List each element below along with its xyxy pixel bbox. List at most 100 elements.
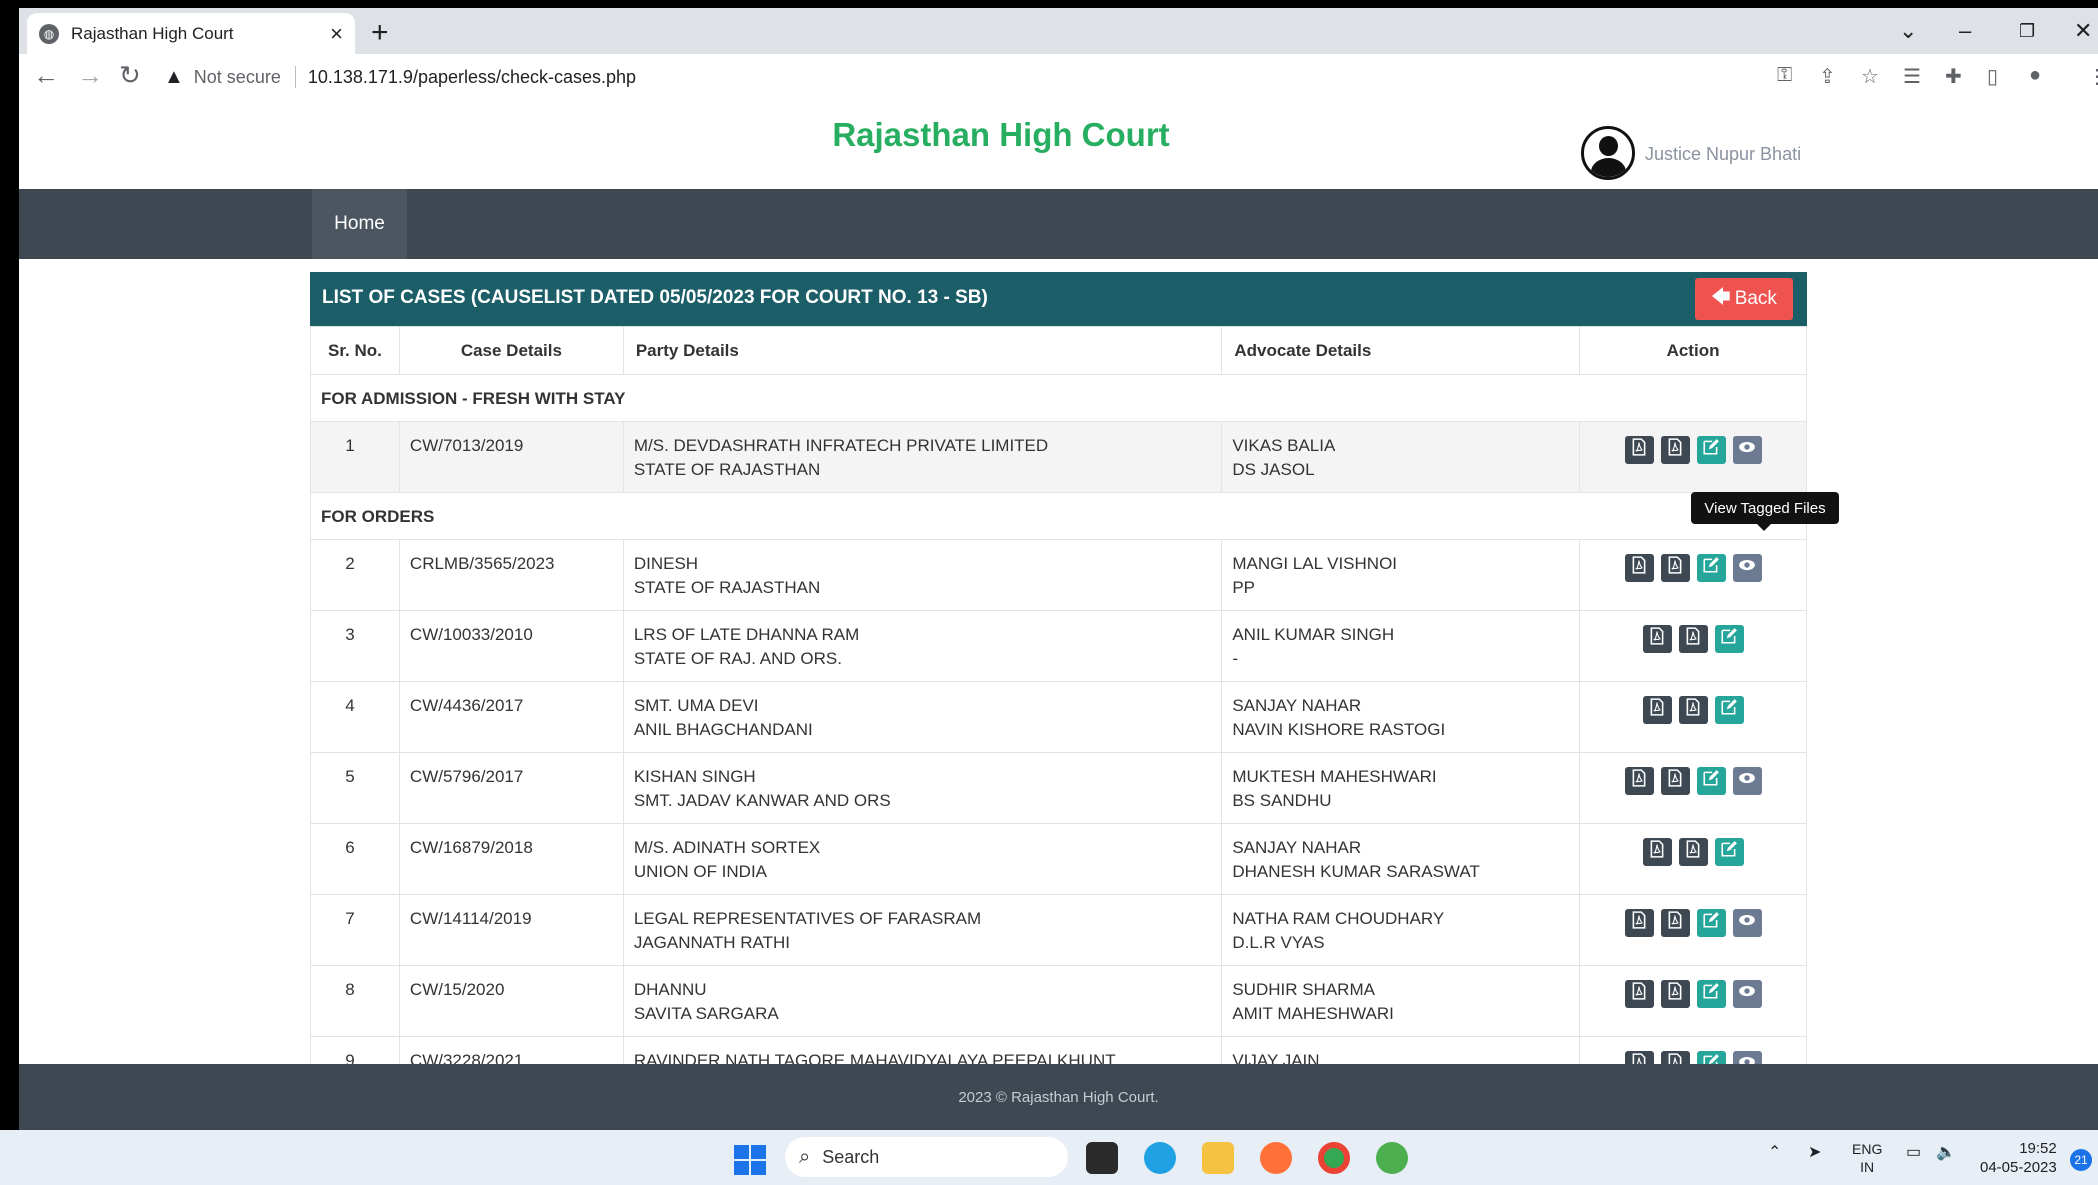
extensions-icon[interactable]: ✚ [1945,64,1962,89]
pdf-file-button[interactable] [1624,909,1654,937]
edit-button[interactable] [1714,838,1744,866]
pdf-file-button[interactable] [1678,696,1708,724]
edge-icon[interactable] [1144,1142,1176,1174]
cell-sr-no: 8 [310,965,400,1037]
chrome-icon[interactable] [1318,1142,1350,1174]
cell-case-details: CW/15/2020 [398,965,624,1037]
windows-start-icon[interactable] [734,1145,766,1175]
pdf-file-button[interactable] [1624,554,1654,582]
pdf-file-button[interactable] [1660,767,1690,795]
pdf-file-button[interactable] [1624,767,1654,795]
advocate-petitioner: VIKAS BALIA [1232,436,1336,455]
edit-button[interactable] [1696,980,1726,1008]
cell-case-details: CW/16879/2018 [398,823,624,895]
edit-button[interactable] [1696,909,1726,937]
avatar[interactable] [1581,126,1635,180]
view-tagged-files-button[interactable] [1732,436,1762,464]
clock[interactable]: 19:52 04-05-2023 [1980,1139,2057,1177]
notification-badge[interactable]: 21 [2070,1149,2092,1171]
profile-icon[interactable]: ● [2029,64,2041,87]
header-case-details: Case Details [398,326,624,375]
edit-button[interactable] [1696,436,1726,464]
pdf-icon [1630,768,1648,794]
close-window-icon[interactable]: ✕ [2074,18,2092,44]
view-tagged-files-button[interactable] [1732,909,1762,937]
pdf-file-button[interactable] [1660,554,1690,582]
advocate-respondent: D.L.R VYAS [1232,933,1325,952]
url-text: 10.138.171.9/paperless/check-cases.php [307,66,637,87]
pdf-icon [1684,839,1702,865]
view-tagged-files-button[interactable] [1732,554,1762,582]
restore-icon[interactable]: ❐ [2019,21,2035,42]
location-icon[interactable]: ➤ [1808,1142,1821,1162]
edit-button[interactable] [1714,696,1744,724]
back-arrow-icon[interactable]: ← [33,60,59,91]
cell-action [1579,752,1807,824]
pdf-icon [1666,910,1684,936]
tab-close-icon[interactable]: × [330,21,343,47]
volume-icon[interactable]: 🔈 [1936,1142,1956,1162]
chevron-down-icon[interactable]: ⌄ [1899,18,1917,44]
pdf-file-button[interactable] [1660,980,1690,1008]
network-icon[interactable]: ▭ [1906,1142,1921,1162]
file-explorer-icon[interactable] [1202,1142,1234,1174]
browser-tab[interactable]: ◍ Rajasthan High Court × [27,13,355,54]
eye-icon [1738,556,1756,581]
firefox-icon[interactable] [1260,1142,1292,1174]
tab-title: Rajasthan High Court [71,23,234,43]
user-name[interactable]: Justice Nupur Bhati [1645,144,1801,165]
taskbar-search[interactable]: ⌕ Search [785,1137,1068,1177]
pdf-file-button[interactable] [1642,838,1672,866]
edit-button[interactable] [1696,767,1726,795]
back-button[interactable]: 🡄 Back [1695,278,1793,320]
edit-button[interactable] [1714,625,1744,653]
action-buttons [1590,552,1796,582]
share-icon[interactable]: ⇪ [1819,64,1836,89]
forward-arrow-icon[interactable]: → [77,60,103,91]
view-tagged-files-button[interactable] [1732,767,1762,795]
pdf-file-button[interactable] [1660,909,1690,937]
browser-toolbar: ← → ↻ ▲ Not secure 10.138.171.9/paperles… [19,54,2098,100]
address-bar[interactable]: ▲ Not secure 10.138.171.9/paperless/chec… [164,58,1764,96]
pdf-file-button[interactable] [1624,436,1654,464]
chevron-up-icon[interactable]: ⌃ [1768,1142,1781,1162]
party-respondent: SMT. JADAV KANWAR AND ORS [633,791,891,810]
pdf-icon [1684,697,1702,723]
pdf-file-button[interactable] [1678,625,1708,653]
pdf-file-button[interactable] [1660,436,1690,464]
reload-icon[interactable]: ↻ [119,60,141,91]
view-tagged-files-button[interactable] [1732,980,1762,1008]
cell-sr-no: 2 [310,539,400,611]
pdf-file-button[interactable] [1678,838,1708,866]
pdf-file-button[interactable] [1642,696,1672,724]
cell-action [1579,823,1807,895]
edit-button[interactable] [1696,554,1726,582]
site-footer: 2023 © Rajasthan High Court. [19,1064,2098,1130]
cell-action [1579,965,1807,1037]
reading-list-icon[interactable]: ☰ [1903,64,1921,89]
task-view-icon[interactable] [1086,1142,1118,1174]
advocate-petitioner: MANGI LAL VISHNOI [1232,554,1398,573]
cell-sr-no: 7 [310,894,400,966]
group-title: FOR ADMISSION - FRESH WITH STAY [310,374,1807,422]
search-icon: ⌕ [799,1145,811,1168]
globe-app-icon[interactable] [1376,1142,1408,1174]
edit-icon [1702,556,1720,581]
language-indicator[interactable]: ENG IN [1852,1140,1882,1176]
pdf-icon [1666,981,1684,1007]
key-icon[interactable]: ⚿ [1777,64,1792,87]
nav-home[interactable]: Home [312,189,407,259]
advocate-respondent: DHANESH KUMAR SARASWAT [1232,862,1480,881]
new-tab-icon[interactable]: + [371,16,389,50]
side-panel-icon[interactable]: ▯ [1987,64,1998,89]
eye-icon [1738,769,1756,794]
pdf-file-button[interactable] [1642,625,1672,653]
star-icon[interactable]: ☆ [1861,64,1879,89]
pdf-icon [1666,555,1684,581]
pdf-file-button[interactable] [1624,980,1654,1008]
party-petitioner: DINESH [633,554,699,573]
minimize-icon[interactable]: – [1959,18,1971,44]
back-label: Back [1734,288,1777,309]
menu-icon[interactable]: ⋮ [2087,64,2098,89]
header-action: Action [1579,326,1807,375]
